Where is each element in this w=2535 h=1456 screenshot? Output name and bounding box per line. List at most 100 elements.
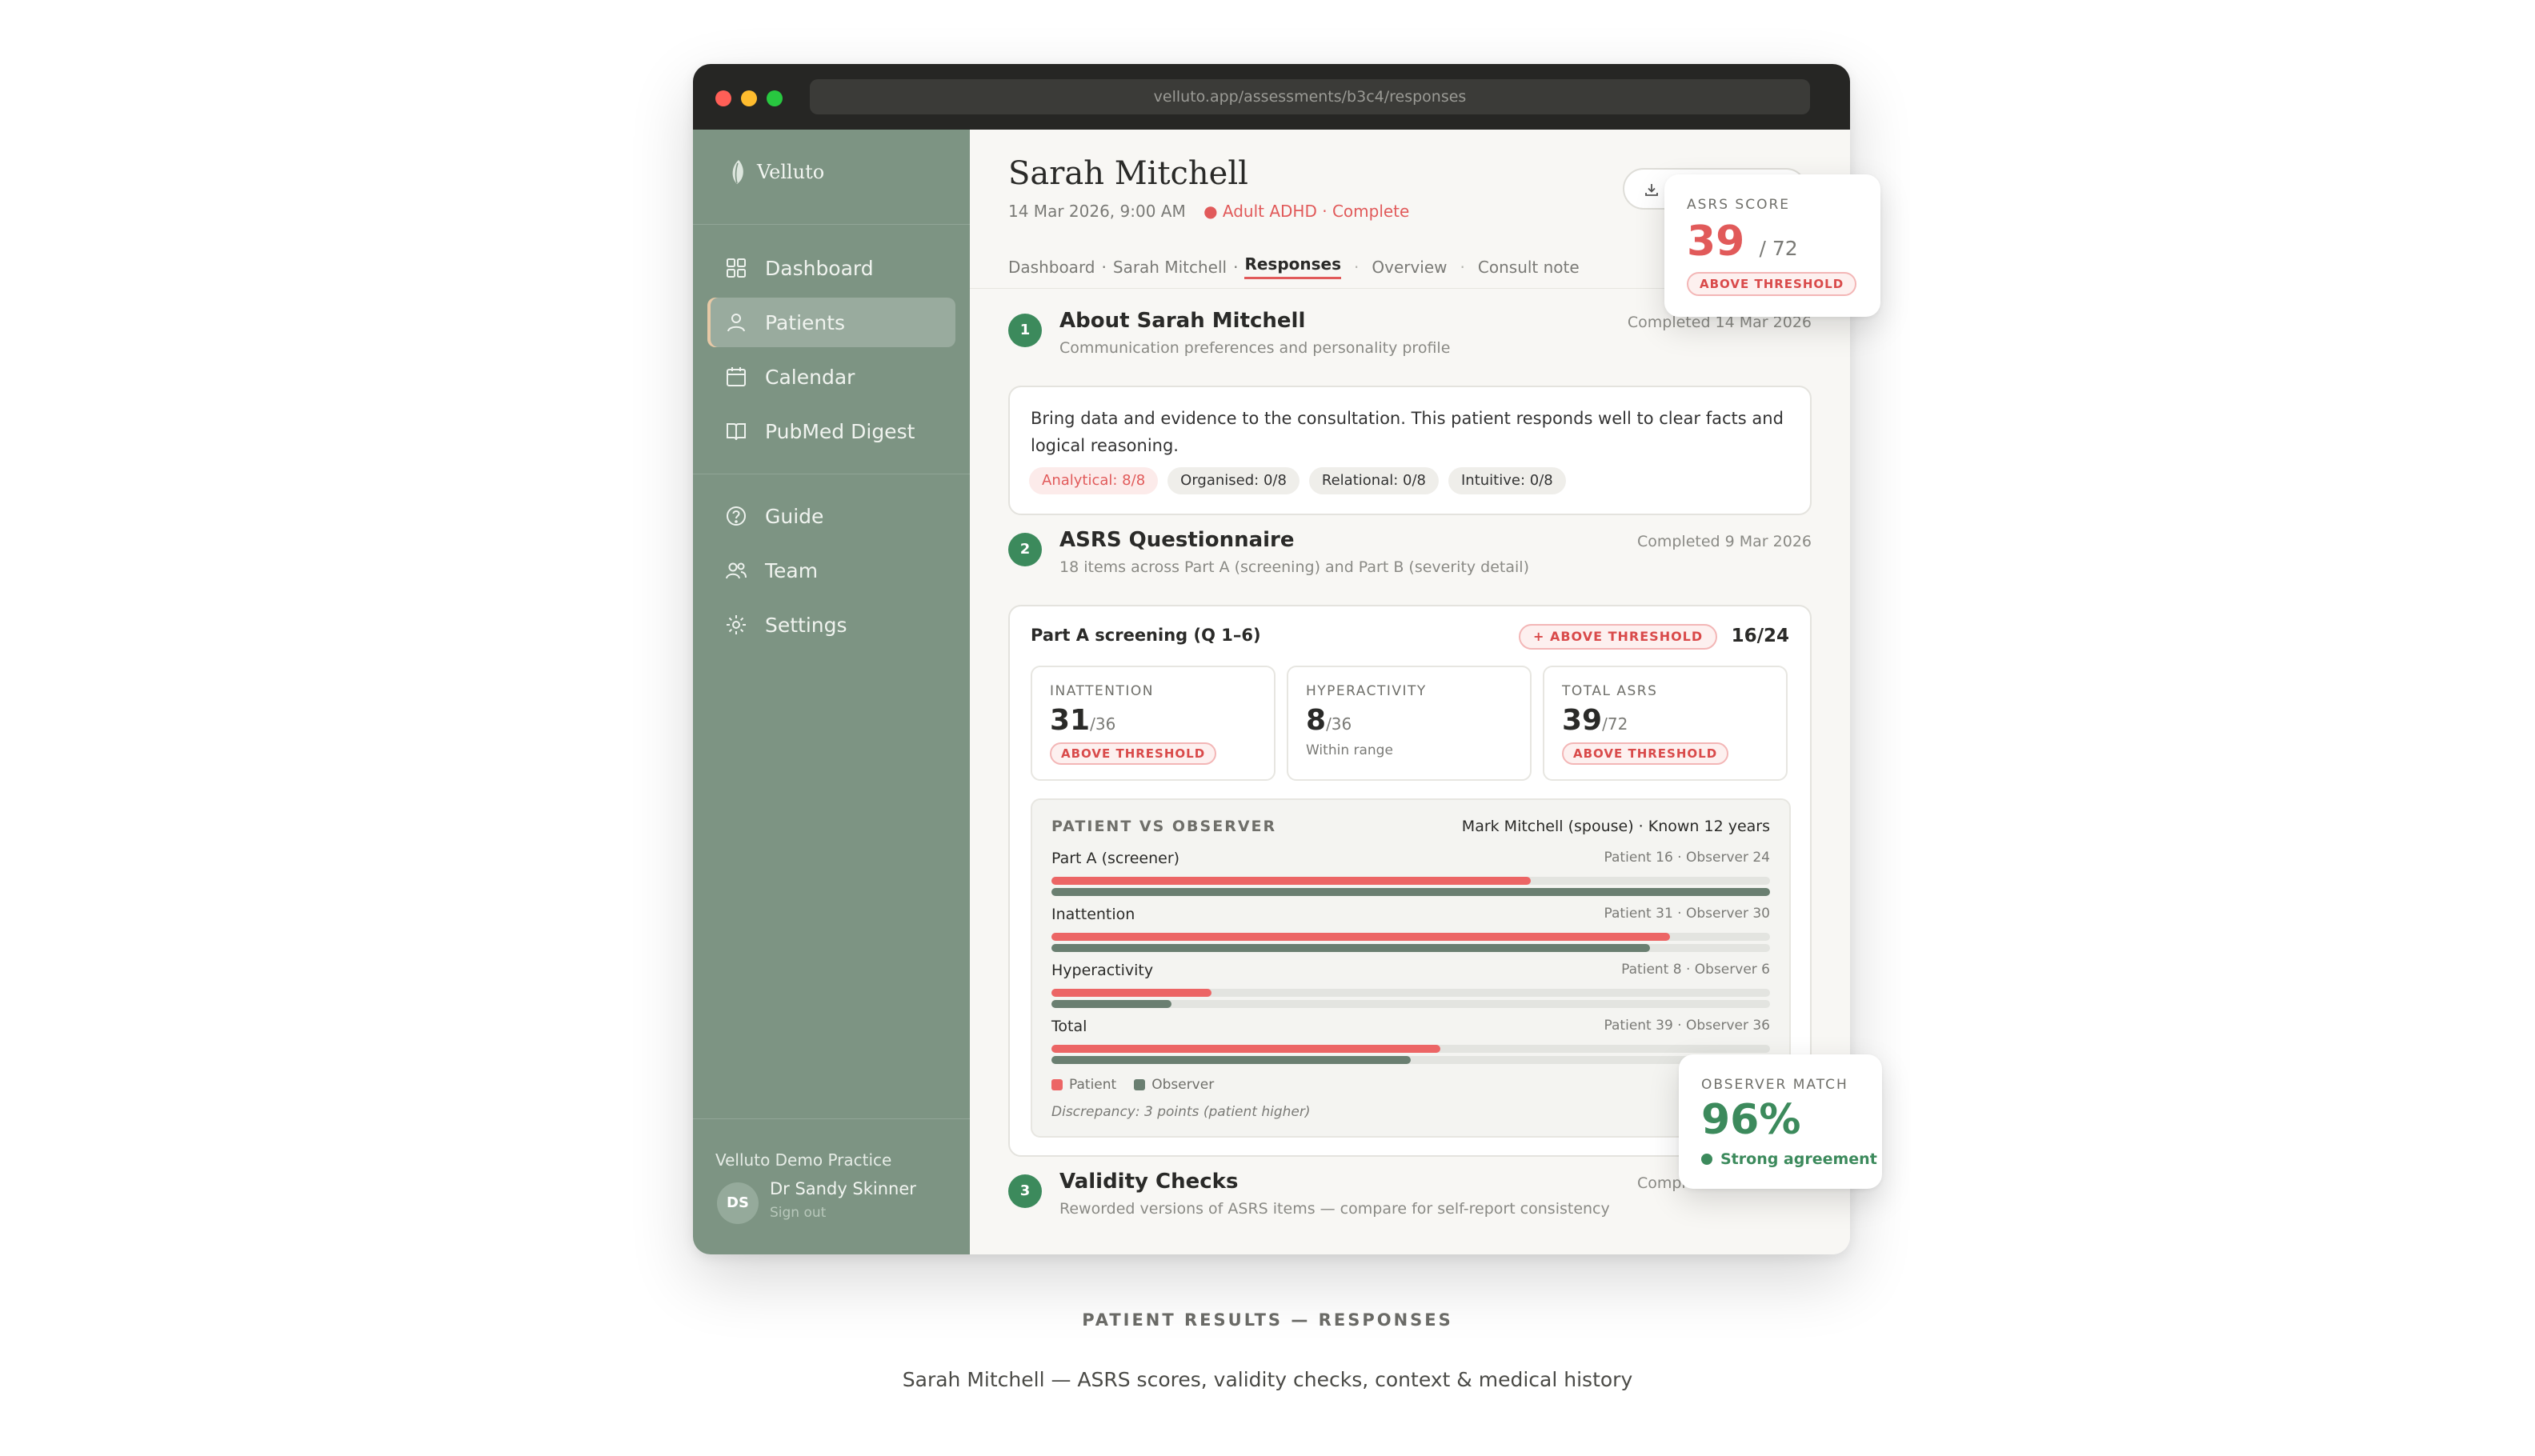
comparison-values: Patient 31 · Observer 30	[1604, 906, 1770, 922]
stat-total-asrs: TOTAL ASRS 39/72 ABOVE THRESHOLD	[1543, 666, 1788, 781]
parta-score: 16/24	[1731, 626, 1789, 646]
download-icon	[1645, 184, 1658, 196]
comparison-values: Patient 8 · Observer 6	[1621, 962, 1770, 978]
sidebar-item-pubmed-digest[interactable]: PubMed Digest	[707, 406, 955, 456]
sidebar-item-settings[interactable]: Settings	[707, 600, 955, 650]
score-value: 39 / 72	[1687, 218, 1798, 266]
observer-bar-track	[1051, 944, 1770, 952]
chip-relational: Relational: 0/8	[1308, 467, 1439, 494]
personality-chips: Analytical: 8/8 Organised: 0/8 Relationa…	[1029, 467, 1566, 494]
panel-title: PATIENT VS OBSERVER	[1051, 818, 1277, 835]
section-title: Validity Checks	[1059, 1170, 1239, 1194]
comparison-label: Total	[1051, 1018, 1087, 1035]
sidebar-item-label: Calendar	[765, 365, 855, 389]
caption-title: PATIENT RESULTS — RESPONSES	[1082, 1310, 1453, 1330]
leaf-logo-icon	[732, 160, 743, 184]
sidebar-item-label: PubMed Digest	[765, 419, 915, 443]
sidebar-divider	[693, 224, 970, 225]
step-number: 2	[1008, 533, 1042, 566]
chip-intuitive: Intuitive: 0/8	[1448, 467, 1566, 494]
maximize-window-icon[interactable]	[767, 90, 783, 106]
sidebar-item-label: Dashboard	[765, 256, 874, 280]
patient-vs-observer-panel: PATIENT VS OBSERVER Mark Mitchell (spous…	[1031, 798, 1791, 1138]
agreement-text: Strong agreement	[1720, 1150, 1877, 1168]
observer-bar	[1051, 1056, 1411, 1064]
stat-denominator: /36	[1326, 714, 1352, 734]
appointment-datetime: 14 Mar 2026, 9:00 AM	[1008, 202, 1186, 221]
sidebar-item-calendar[interactable]: Calendar	[707, 352, 955, 402]
tab-overview[interactable]: Overview	[1372, 258, 1447, 277]
chart-legend: Patient Observer	[1051, 1077, 1214, 1093]
observer-match-card: OBSERVER MATCH 96% Strong agreement	[1679, 1054, 1882, 1189]
minimize-window-icon[interactable]	[741, 90, 757, 106]
completed-date: Completed 9 Mar 2026	[1636, 533, 1812, 550]
tab-consult-note[interactable]: Consult note	[1478, 258, 1580, 277]
score-denominator: / 72	[1759, 237, 1798, 260]
score-number: 39	[1687, 218, 1745, 266]
stat-number: 8	[1306, 704, 1327, 737]
about-text: Bring data and evidence to the consultat…	[1031, 409, 1784, 455]
comparison-label: Part A (screener)	[1051, 850, 1180, 867]
legend-label: Patient	[1069, 1077, 1117, 1093]
threshold-badge: ABOVE THRESHOLD	[1562, 742, 1729, 765]
sidebar-item-label: Settings	[765, 613, 847, 637]
tab-separator: ·	[1460, 257, 1465, 277]
user-icon	[727, 314, 745, 332]
step-number: 3	[1008, 1174, 1042, 1208]
agreement-status: Strong agreement	[1701, 1150, 1877, 1168]
chip-analytical: Analytical: 8/8	[1029, 467, 1159, 494]
status-badge: ● Adult ADHD · Complete	[1203, 202, 1410, 221]
chip-organised: Organised: 0/8	[1167, 467, 1300, 494]
sidebar-item-team[interactable]: Team	[707, 546, 955, 595]
caption-subtitle: Sarah Mitchell — ASRS scores, validity c…	[902, 1368, 1633, 1391]
patient-bar	[1051, 989, 1211, 997]
browser-titlebar: velluto.app/assessments/b3c4/responses	[693, 64, 1850, 130]
step-number: 1	[1008, 314, 1042, 347]
grid-icon	[727, 258, 746, 278]
stat-value: 8/36	[1306, 704, 1352, 737]
close-window-icon[interactable]	[715, 90, 731, 106]
discrepancy-note: Discrepancy: 3 points (patient higher)	[1051, 1104, 1311, 1120]
stat-number: 31	[1050, 704, 1091, 737]
patient-bar-track	[1051, 877, 1770, 885]
stat-label: HYPERACTIVITY	[1306, 683, 1427, 699]
legend-label: Observer	[1151, 1077, 1215, 1093]
brand-logo[interactable]: Velluto	[728, 158, 824, 186]
patient-bar-track	[1051, 989, 1770, 997]
breadcrumb: Dashboard · Sarah Mitchell · Responses ·…	[1008, 254, 1580, 279]
observer-bar	[1051, 888, 1770, 896]
breadcrumb-dashboard[interactable]: Dashboard	[1008, 258, 1095, 277]
section-subtitle: Communication preferences and personalit…	[1059, 339, 1451, 357]
section-subtitle: Reworded versions of ASRS items — compar…	[1059, 1200, 1610, 1218]
stat-hyperactivity: HYPERACTIVITY 8/36 Within range	[1287, 666, 1532, 781]
calendar-icon	[727, 367, 746, 386]
card-label: ASRS SCORE	[1687, 197, 1791, 213]
patient-bar-track	[1051, 933, 1770, 941]
observer-bar	[1051, 944, 1651, 952]
tab-responses[interactable]: Responses	[1244, 254, 1341, 279]
sidebar-item-patients[interactable]: Patients	[707, 298, 955, 347]
address-bar[interactable]: velluto.app/assessments/b3c4/responses	[810, 79, 1810, 114]
section-subtitle: 18 items across Part A (screening) and P…	[1059, 558, 1529, 576]
sidebar-item-dashboard[interactable]: Dashboard	[707, 243, 955, 293]
stat-denominator: /36	[1090, 714, 1116, 734]
stat-label: TOTAL ASRS	[1562, 683, 1658, 699]
page-title: Sarah Mitchell	[1008, 155, 1248, 192]
status-dot-icon	[1701, 1154, 1712, 1165]
sign-out-link[interactable]: Sign out	[770, 1205, 826, 1221]
sidebar-item-label: Patients	[765, 310, 846, 334]
threshold-badge: ABOVE THRESHOLD	[1050, 742, 1217, 765]
avatar[interactable]: DS	[717, 1182, 759, 1224]
patient-bar	[1051, 877, 1531, 885]
sidebar-item-guide[interactable]: Guide	[707, 491, 955, 541]
comparison-values: Patient 16 · Observer 24	[1604, 850, 1770, 866]
patient-bar-track	[1051, 1045, 1770, 1053]
card-label: OBSERVER MATCH	[1701, 1077, 1848, 1093]
observer-bar-track	[1051, 1000, 1770, 1008]
practice-name: Velluto Demo Practice	[715, 1150, 892, 1170]
comparison-label: Hyperactivity	[1051, 962, 1154, 979]
sidebar: Velluto Dashboard Patients Calendar PubM…	[693, 130, 970, 1254]
breadcrumb-separator: ·	[1101, 257, 1107, 277]
stat-inattention: INATTENTION 31/36 ABOVE THRESHOLD	[1031, 666, 1276, 781]
breadcrumb-patient[interactable]: Sarah Mitchell	[1113, 258, 1227, 277]
